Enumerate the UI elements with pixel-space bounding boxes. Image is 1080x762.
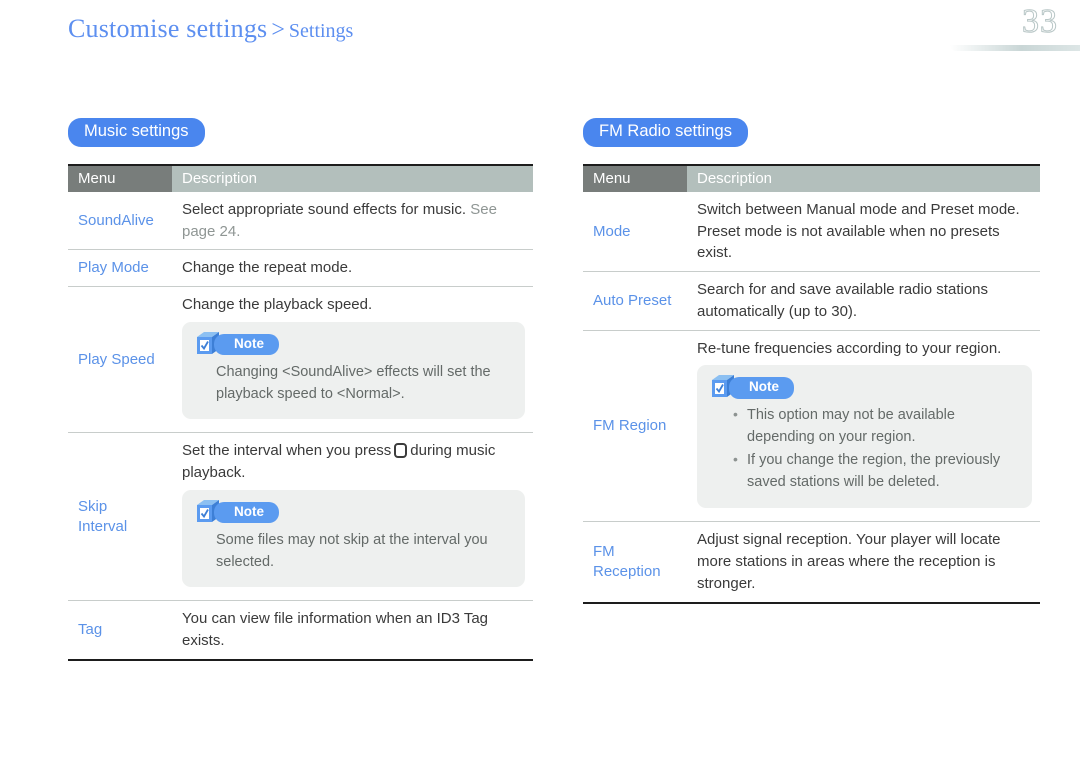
description-text-before-icon: Set the interval when you press — [182, 442, 392, 460]
table-row: Mode Switch between Manual mode and Pres… — [583, 192, 1040, 273]
page-header: Customise settings > Settings 33 — [0, 0, 1080, 58]
table-row: Play Speed Change the playback speed. No… — [68, 287, 533, 434]
column-header-description: Description — [172, 165, 533, 192]
table-row: SoundAlive Select appropriate sound effe… — [68, 192, 533, 251]
breadcrumb-sub: Settings — [288, 20, 354, 42]
menu-label-line2: Reception — [593, 563, 661, 581]
note-bullet-item: This option may not be available dependi… — [733, 404, 1018, 449]
note-box: Note This option may not be available de… — [697, 365, 1032, 509]
description-text: Set the interval when you press during mu… — [182, 440, 529, 484]
page-number: 33 — [1022, 3, 1058, 41]
fm-radio-settings-title: FM Radio settings — [583, 118, 748, 147]
note-label: Note — [214, 333, 279, 356]
table-row: Auto Preset Search for and save availabl… — [583, 272, 1040, 331]
menu-label-line1: Skip — [78, 498, 108, 516]
music-settings-table: Menu Description SoundAlive Select appro… — [68, 163, 533, 661]
menu-item-mode[interactable]: Mode — [583, 222, 687, 242]
note-text: Changing <SoundAlive> effects will set t… — [216, 363, 491, 402]
description-play-mode: Change the repeat mode. — [182, 259, 353, 277]
table-row: Tag You can view file information when a… — [68, 601, 533, 661]
column-header-menu: Menu — [68, 165, 172, 192]
menu-item-fm-reception[interactable]: FM Reception — [583, 542, 687, 582]
music-settings-section: Music settings Menu Description SoundAli… — [68, 118, 533, 661]
column-header-menu: Menu — [583, 165, 687, 192]
description-auto-preset: Search for and save available radio stat… — [697, 281, 989, 320]
description-fm-reception: Adjust signal reception. Your player wil… — [697, 531, 1001, 592]
menu-item-soundalive[interactable]: SoundAlive — [68, 211, 172, 231]
table-row: FM Reception Adjust signal reception. Yo… — [583, 522, 1040, 604]
note-label: Note — [214, 501, 279, 524]
note-box: Note Changing <SoundAlive> effects will … — [182, 321, 525, 420]
column-header-description: Description — [687, 165, 1040, 192]
breadcrumb: Customise settings > Settings — [68, 14, 353, 44]
music-settings-title: Music settings — [68, 118, 205, 147]
description-text: Change the playback speed. — [182, 296, 373, 314]
note-header: Note — [709, 375, 1018, 399]
menu-item-tag[interactable]: Tag — [68, 620, 172, 640]
breadcrumb-main: Customise settings — [68, 14, 268, 43]
menu-item-skip-interval[interactable]: Skip Interval — [68, 497, 172, 537]
description-fm-region: Re-tune frequencies according to your re… — [687, 331, 1040, 522]
note-text: Some files may not skip at the interval … — [216, 531, 488, 570]
table-row: Play Mode Change the repeat mode. — [68, 250, 533, 288]
menu-label-line1: FM — [593, 543, 615, 561]
note-header: Note — [194, 331, 511, 356]
description-mode: Switch between Manual mode and Preset mo… — [697, 200, 1020, 262]
menu-item-fm-region[interactable]: FM Region — [583, 416, 687, 436]
table-header-row: Menu Description — [68, 165, 533, 192]
header-rule — [950, 45, 1080, 51]
table-header-row: Menu Description — [583, 165, 1040, 192]
note-bullet-item: If you change the region, the previously… — [733, 449, 1018, 494]
menu-item-play-speed[interactable]: Play Speed — [68, 350, 172, 370]
description-text: Select appropriate sound effects for mus… — [182, 200, 467, 218]
description-soundalive: Select appropriate sound effects for mus… — [172, 192, 533, 250]
description-tag: You can view file information when an ID… — [182, 610, 489, 650]
table-row: FM Region Re-tune frequencies according … — [583, 331, 1040, 523]
note-label: Note — [729, 377, 794, 399]
note-bullet-list: This option may not be available dependi… — [709, 404, 1018, 494]
note-header: Note — [194, 499, 511, 524]
fm-radio-settings-section: FM Radio settings Menu Description Mode … — [583, 118, 1040, 604]
menu-item-play-mode[interactable]: Play Mode — [68, 258, 172, 278]
note-box: Note Some files may not skip at the inte… — [182, 489, 525, 588]
table-row: Skip Interval Set the interval when you … — [68, 433, 533, 602]
menu-item-auto-preset[interactable]: Auto Preset — [583, 291, 687, 311]
menu-label-line2: Interval — [78, 517, 128, 535]
description-text: Re-tune frequencies according to your re… — [697, 339, 1002, 357]
breadcrumb-separator: > — [271, 17, 285, 43]
description-play-speed: Change the playback speed. Note Changing… — [172, 287, 533, 432]
fm-radio-settings-table: Menu Description Mode Switch between Man… — [583, 163, 1040, 604]
description-skip-interval: Set the interval when you press during mu… — [172, 433, 533, 600]
button-key-icon — [394, 443, 408, 459]
